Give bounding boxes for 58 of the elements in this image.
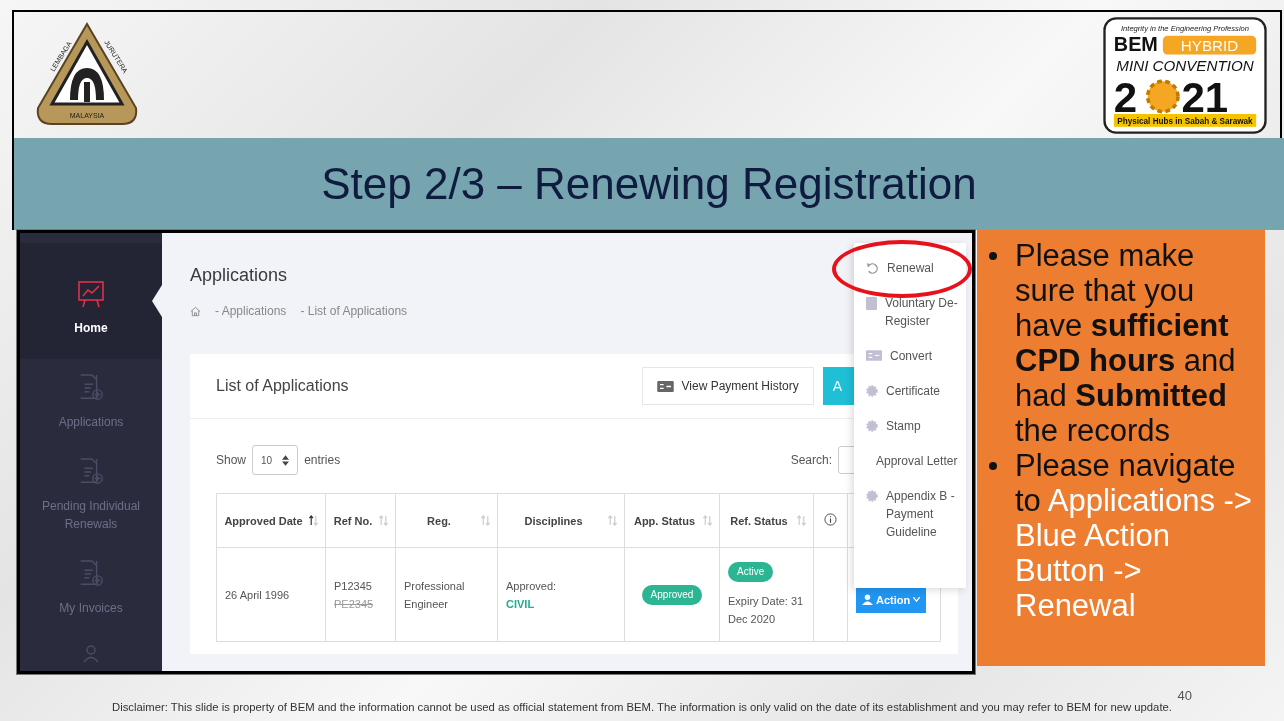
selection-notch xyxy=(152,285,162,317)
menu-item[interactable]: Appendix B - Payment Guideline xyxy=(854,487,966,541)
home-icon[interactable] xyxy=(190,305,201,317)
menu-item[interactable]: Approval Letter xyxy=(854,452,966,470)
person-icon xyxy=(862,594,873,605)
bullet-icon xyxy=(989,252,997,260)
undo-icon xyxy=(866,262,879,275)
bullet-icon xyxy=(989,462,997,470)
column-label[interactable]: Ref. Status xyxy=(726,511,792,530)
status-badge: Active xyxy=(728,561,774,582)
chart-board-icon xyxy=(76,279,106,309)
sort-icon[interactable] xyxy=(308,515,319,526)
person-icon xyxy=(81,643,101,663)
convention-logo: Integrity in the Engineering Profession BEM HYBRID MINI CONVENTION 2 21 Physical Hubs in Sabah & Sarawak xyxy=(1102,15,1268,135)
status-badge: Approved xyxy=(641,584,703,605)
ref-number: P12345 xyxy=(334,578,373,594)
card-icon xyxy=(866,350,882,361)
show-label: Show xyxy=(216,453,247,467)
note-text: Please make sure that you have sufficient CPD hours and had Submitted the records xyxy=(1015,238,1237,448)
slide-title: Step 2/3 – Renewing Registration xyxy=(321,159,977,209)
caret-icon xyxy=(913,597,921,602)
menu-item[interactable]: Convert xyxy=(854,347,966,365)
seal-icon xyxy=(866,490,878,502)
menu-item[interactable]: Certificate xyxy=(854,382,966,400)
menu-item[interactable]: Renewal xyxy=(854,259,966,277)
menu-item[interactable]: Stamp xyxy=(854,417,966,435)
discipline-value: CIVIL xyxy=(506,596,536,612)
entries-label: entries xyxy=(304,453,341,467)
seal-icon xyxy=(866,420,878,432)
old-ref-number: PE2345 xyxy=(334,596,375,612)
page-number: 40 xyxy=(1177,688,1192,703)
card-icon xyxy=(656,380,674,392)
sidebar-label: Pending Individual Renewals xyxy=(40,498,142,533)
expiry-date: Expiry Date: 31 Dec 2020 xyxy=(728,593,805,627)
column-label[interactable]: Disciplines xyxy=(504,511,603,530)
note-text: Please navigate to Applications -> Blue Action Button -> Renewal xyxy=(1015,448,1253,623)
disclaimer-text: Disclaimer: This slide is property of BEM and the information cannot be used as official statement from BEM. The information is only valid on the date of its establishment and you may refer to BEM for new update. xyxy=(111,701,1173,713)
search-label: Search: xyxy=(790,453,832,467)
registration-type: Professional Engineer xyxy=(404,578,466,612)
column-label[interactable]: Ref No. xyxy=(332,511,374,530)
sidebar-label: My Invoices xyxy=(59,600,123,617)
info-icon[interactable] xyxy=(824,513,837,526)
column-label[interactable]: App. Status xyxy=(631,511,698,530)
menu-item[interactable]: Voluntary De-Register xyxy=(854,294,966,330)
document-icon xyxy=(866,297,877,310)
sidebar-item[interactable]: Home xyxy=(20,243,162,359)
approved-date: 26 April 1996 xyxy=(225,588,290,601)
payment-history-button[interactable]: View Payment History xyxy=(641,367,814,405)
seal-icon xyxy=(866,385,878,397)
page-size-select[interactable]: 10 xyxy=(252,445,299,475)
column-label[interactable]: Reg. xyxy=(402,511,476,530)
page-title: Applications xyxy=(190,265,288,286)
sidebar-label: Home xyxy=(74,320,108,337)
sidebar-label: Applications xyxy=(58,414,124,431)
column-label[interactable]: Approved Date xyxy=(223,511,304,530)
discipline-label: Approved: xyxy=(506,578,558,594)
updown-icon xyxy=(282,454,290,466)
card-title: List of Applications xyxy=(216,377,349,395)
